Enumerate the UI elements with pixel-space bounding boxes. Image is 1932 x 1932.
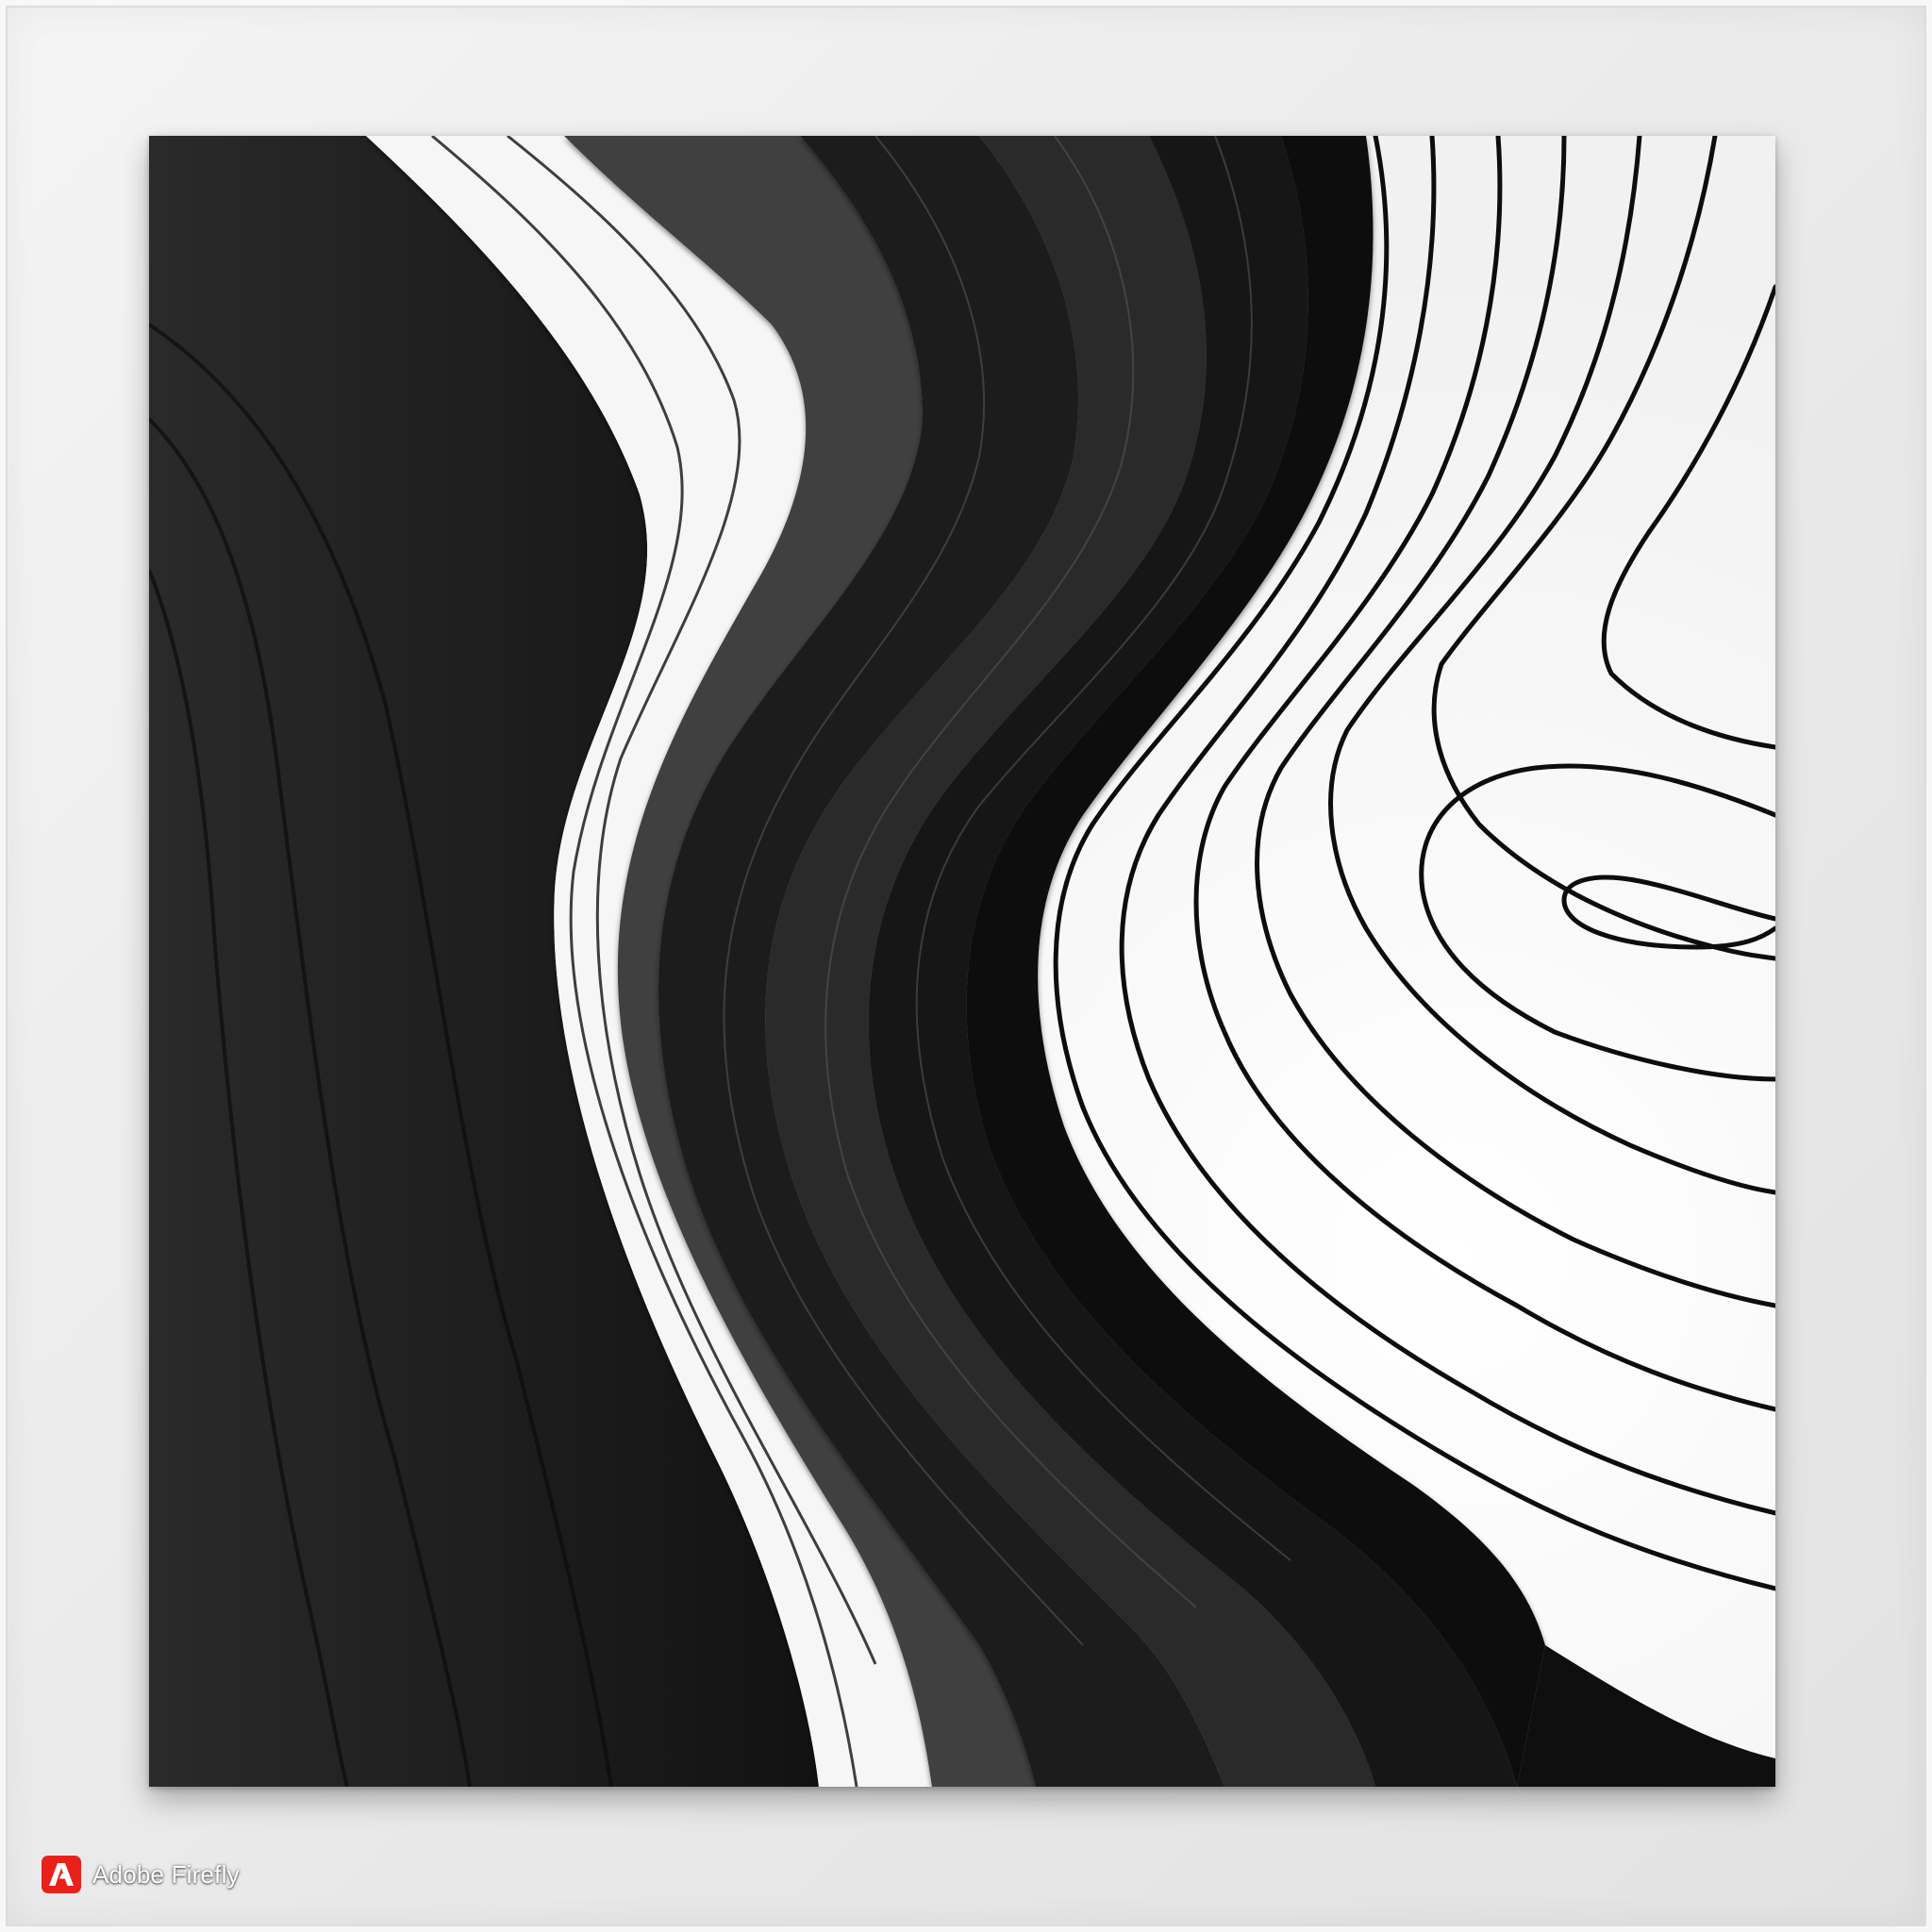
watermark: Adobe Firefly (42, 1855, 249, 1894)
adobe-a-glyph-icon (49, 1863, 74, 1886)
artwork-svg (149, 136, 1775, 1787)
adobe-logo-icon (42, 1856, 81, 1893)
watermark-text: Adobe Firefly (92, 1859, 240, 1889)
paper-cut-artwork (149, 136, 1775, 1787)
scene: Adobe Firefly (0, 0, 1932, 1932)
